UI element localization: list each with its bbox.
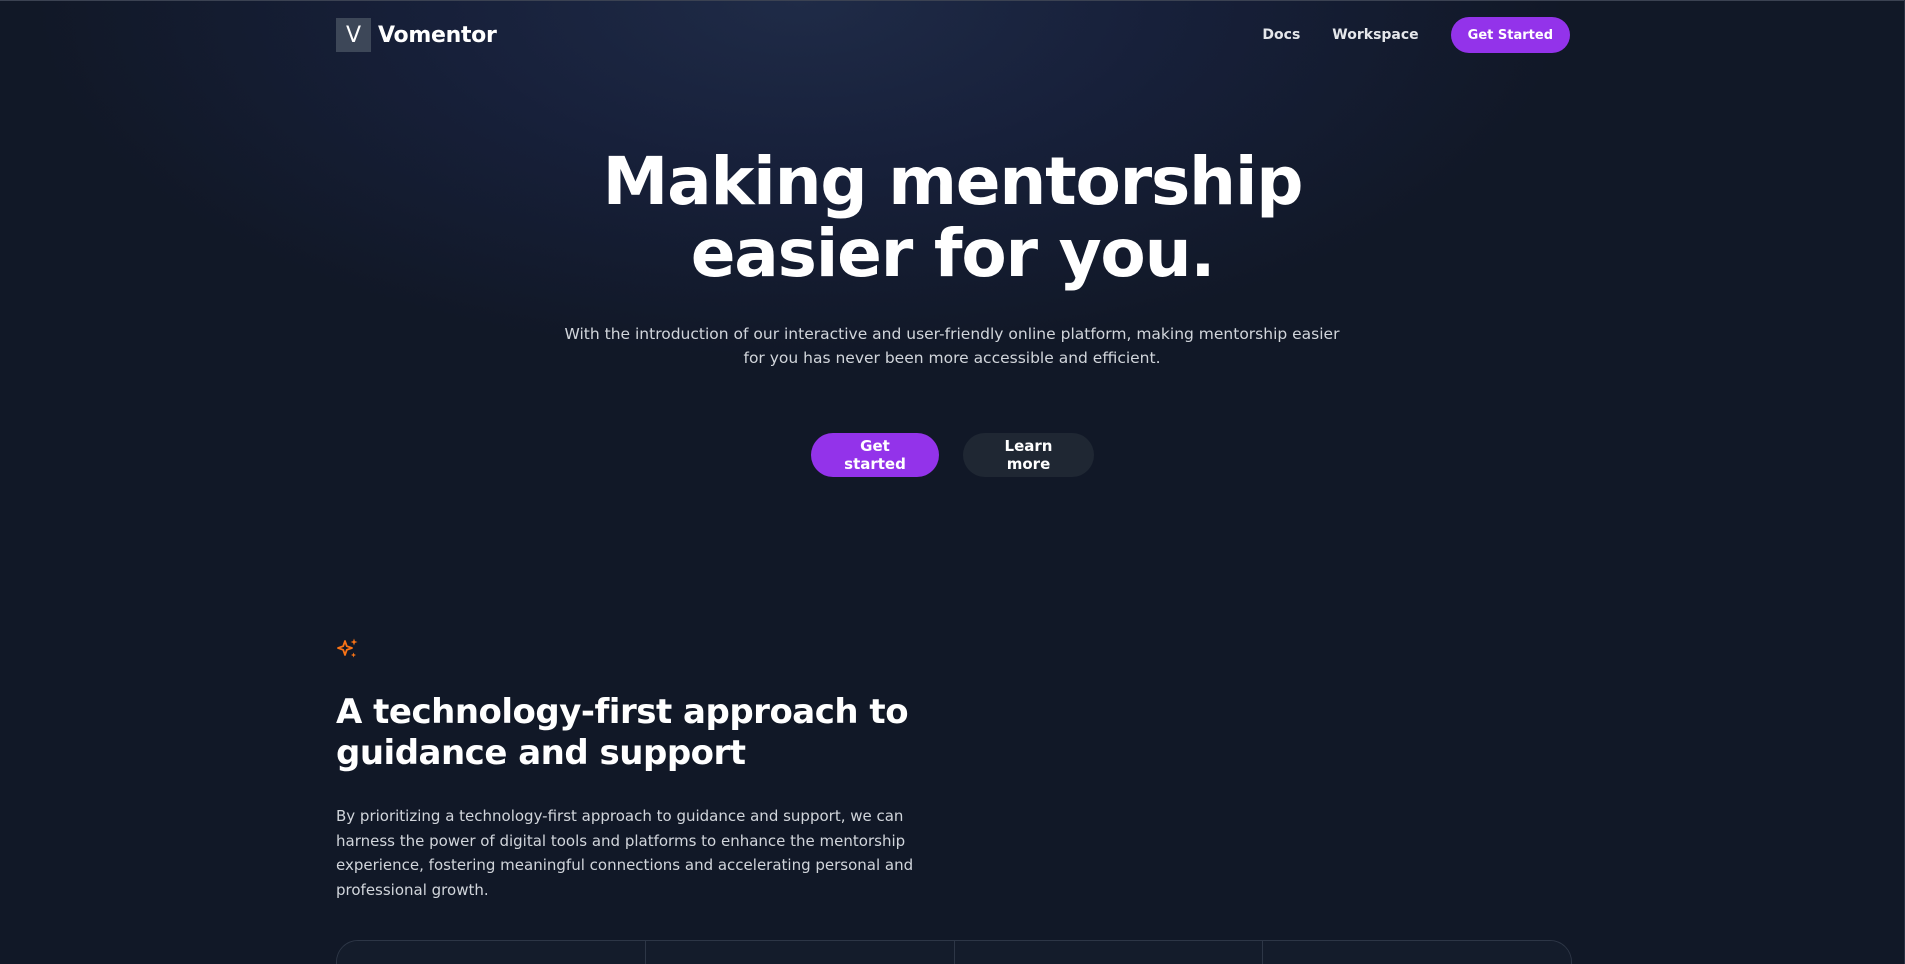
feature-cards-row bbox=[336, 940, 1572, 964]
hero-title-line-2: easier for you. bbox=[690, 215, 1216, 292]
nav-link-docs[interactable]: Docs bbox=[1262, 27, 1300, 43]
hero-subtitle: With the introduction of our interactive… bbox=[564, 325, 1340, 367]
learn-more-button[interactable]: Learn more bbox=[963, 433, 1094, 477]
feature-title-line-1: A technology-first approach to bbox=[336, 692, 909, 732]
brand-name: Vomentor bbox=[378, 22, 497, 48]
feature-card bbox=[337, 941, 646, 964]
feature-card bbox=[1263, 941, 1571, 964]
hero-title: Making mentorship easier for you. bbox=[0, 146, 1905, 290]
sparkles-icon bbox=[337, 638, 358, 658]
nav-link-workspace[interactable]: Workspace bbox=[1332, 27, 1418, 43]
feature-title-line-2: guidance and support bbox=[336, 733, 746, 773]
top-navigation: V Vomentor Docs Workspace Get Started bbox=[336, 16, 1570, 54]
feature-card bbox=[645, 941, 955, 964]
top-border bbox=[0, 0, 1905, 1]
hero-title-line-1: Making mentorship bbox=[602, 143, 1304, 220]
feature-title: A technology-first approach to guidance … bbox=[336, 692, 976, 774]
logo-mark-icon: V bbox=[336, 18, 371, 52]
get-started-button[interactable]: Get started bbox=[811, 433, 939, 477]
feature-description: By prioritizing a technology-first appro… bbox=[336, 807, 914, 899]
brand-logo-link[interactable]: V Vomentor bbox=[336, 18, 497, 52]
hero-actions: Get started Learn more bbox=[0, 433, 1905, 477]
nav-links: Docs Workspace Get Started bbox=[1230, 17, 1570, 53]
nav-get-started-button[interactable]: Get Started bbox=[1450, 17, 1570, 53]
landing-page: V Vomentor Docs Workspace Get Started Ma… bbox=[0, 0, 1905, 964]
feature-card bbox=[954, 941, 1264, 964]
